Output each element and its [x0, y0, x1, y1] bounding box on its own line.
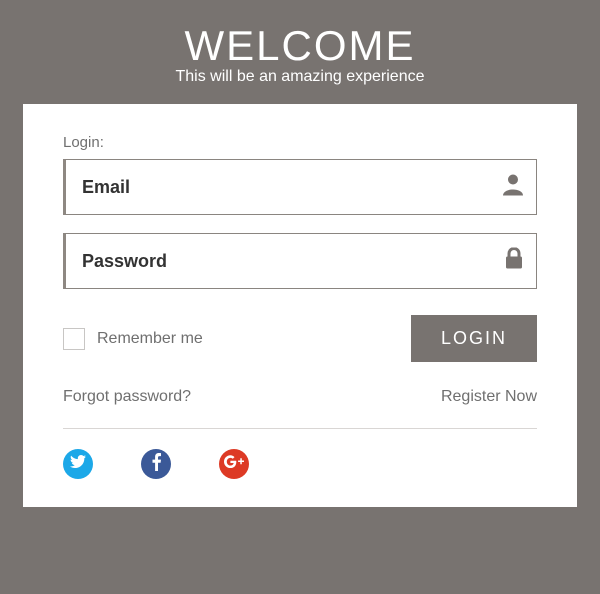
links-row: Forgot password? Register Now — [63, 388, 537, 429]
login-button[interactable]: LOGIN — [411, 315, 537, 362]
password-field-wrap — [63, 233, 537, 289]
login-section-label: Login: — [63, 134, 537, 151]
twitter-button[interactable] — [63, 449, 93, 479]
remember-checkbox[interactable] — [63, 328, 85, 350]
user-icon — [503, 174, 523, 201]
email-field-wrap — [63, 159, 537, 215]
twitter-icon — [70, 455, 86, 473]
page-subtitle: This will be an amazing experience — [0, 68, 600, 86]
register-link[interactable]: Register Now — [441, 388, 537, 406]
welcome-header: WELCOME This will be an amazing experien… — [0, 22, 600, 86]
lock-icon — [505, 248, 523, 275]
facebook-icon — [152, 453, 161, 476]
google-plus-icon — [224, 455, 244, 473]
email-field[interactable] — [63, 159, 537, 215]
page-background: WELCOME This will be an amazing experien… — [0, 0, 600, 594]
forgot-password-link[interactable]: Forgot password? — [63, 388, 191, 406]
password-field[interactable] — [63, 233, 537, 289]
facebook-button[interactable] — [141, 449, 171, 479]
remember-label: Remember me — [97, 330, 203, 348]
google-plus-button[interactable] — [219, 449, 249, 479]
page-title: WELCOME — [0, 22, 600, 70]
remember-me-wrap[interactable]: Remember me — [63, 328, 203, 350]
login-card: Login: Remember me — [23, 104, 577, 507]
social-row — [63, 449, 537, 479]
remember-row: Remember me LOGIN — [63, 315, 537, 362]
